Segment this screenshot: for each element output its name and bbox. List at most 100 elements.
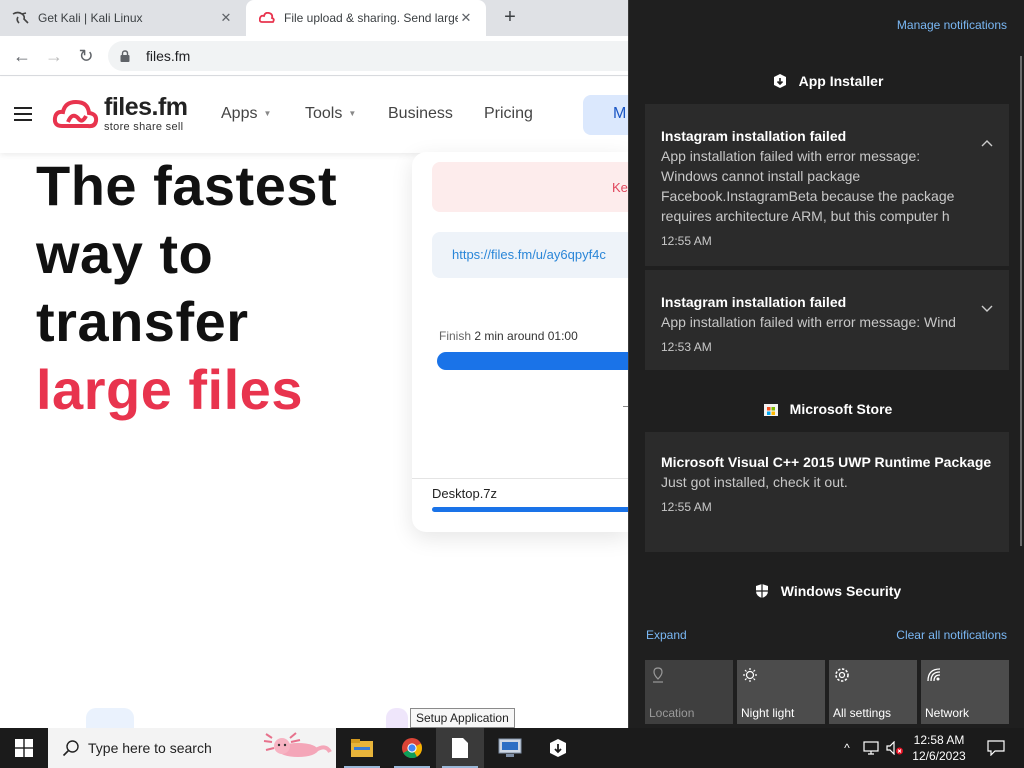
document-icon <box>452 738 468 758</box>
night-light-icon <box>741 666 759 684</box>
chevron-up-icon[interactable] <box>979 136 995 152</box>
filesfm-logo[interactable]: files.fm store share sell <box>52 95 188 133</box>
taskbar-remote-desktop[interactable] <box>486 728 534 768</box>
file-progress-bar <box>432 507 628 512</box>
lock-icon <box>120 50 134 62</box>
notification-body: App installation failed with error messa… <box>661 314 956 330</box>
hero-line: transfer <box>36 290 249 353</box>
notification-title: Microsoft Visual C++ 2015 UWP Runtime Pa… <box>661 454 992 470</box>
hero-line: The fastest <box>36 154 338 217</box>
tab-kali[interactable]: Get Kali | Kali Linux ✕ <box>0 0 246 36</box>
share-link[interactable]: https://files.fm/u/ay6qpyf4c <box>432 232 628 278</box>
file-name: Desktop.7z <box>432 486 498 501</box>
taskbar-chrome[interactable] <box>388 728 436 768</box>
tab-filesfm[interactable]: File upload & sharing. Send large ✕ <box>246 0 486 36</box>
nav-tools[interactable]: Tools ▼ <box>305 105 356 123</box>
start-button[interactable] <box>0 728 48 768</box>
taskbar: Type here to search ^ 12:58 AM 12/6/2023 <box>0 728 1024 768</box>
folder-icon <box>351 739 373 757</box>
store-icon <box>762 400 780 418</box>
quick-action-location[interactable]: Location <box>645 660 733 724</box>
expand-link[interactable]: Expand <box>646 628 687 642</box>
nav-apps[interactable]: Apps ▼ <box>221 105 271 123</box>
clear-all-notifications-link[interactable]: Clear all notifications <box>896 628 1007 642</box>
back-button[interactable]: ← <box>10 44 34 68</box>
quick-action-all-settings[interactable]: All settings <box>829 660 917 724</box>
group-microsoft-store[interactable]: Microsoft Store <box>629 400 1024 418</box>
search-placeholder: Type here to search <box>88 740 212 756</box>
new-tab-button[interactable]: + <box>498 6 522 30</box>
notification-time: 12:55 AM <box>661 234 712 248</box>
group-title: Windows Security <box>780 583 902 599</box>
nav-pricing[interactable]: Pricing <box>484 105 533 123</box>
app-installer-icon <box>771 72 789 90</box>
taskbar-search-box[interactable]: Type here to search <box>48 728 336 768</box>
scrollbar[interactable] <box>1020 56 1022 546</box>
forward-button[interactable]: → <box>42 44 66 68</box>
caret-down-icon: ▼ <box>348 109 357 119</box>
group-title: Microsoft Store <box>789 401 893 417</box>
clock-date: 12/6/2023 <box>912 749 966 763</box>
notification[interactable]: Microsoft Visual C++ 2015 UWP Runtime Pa… <box>645 432 1009 552</box>
logo-tagline: store share sell <box>104 121 184 133</box>
feature-icon <box>386 708 408 730</box>
hero-line-accent: large files <box>36 358 303 421</box>
quick-action-label: All settings <box>833 706 892 720</box>
finish-estimate: Finish 2 min around 01:00 <box>439 329 578 343</box>
notification-icon <box>987 740 1005 756</box>
network-tray-icon[interactable] <box>860 728 882 768</box>
axolotl-search-highlight-icon <box>263 732 332 757</box>
windows-logo-icon <box>15 739 33 757</box>
notification-time: 12:55 AM <box>661 500 712 514</box>
nav-business[interactable]: Business <box>388 105 453 123</box>
quick-action-night-light[interactable]: Night light <box>737 660 825 724</box>
hero-line: way to <box>36 222 214 285</box>
upload-card: Ke https://files.fm/u/ay6qpyf4c Finish 2… <box>412 152 628 532</box>
action-center-button[interactable] <box>976 728 1016 768</box>
network-icon <box>925 666 943 684</box>
manage-notifications-link[interactable]: Manage notifications <box>897 18 1007 32</box>
cta-button[interactable]: M <box>583 95 628 135</box>
quick-action-label: Network <box>925 706 970 720</box>
shield-icon <box>753 582 771 600</box>
kali-dragon-icon <box>12 9 30 27</box>
caret-down-icon: ▼ <box>263 109 272 119</box>
show-hidden-icons-button[interactable]: ^ <box>836 728 858 768</box>
site-header: files.fm store share sell Apps ▼ Tools ▼ B… <box>0 77 628 153</box>
notification-body: App installation failed with error messa… <box>661 148 955 224</box>
tooltip: Setup Application <box>410 708 515 728</box>
hamburger-menu-icon[interactable] <box>14 107 32 121</box>
reload-button[interactable]: ↻ <box>74 44 98 68</box>
tab-close-icon[interactable]: ✕ <box>458 10 474 26</box>
notification[interactable]: Instagram installation failed App instal… <box>645 270 1009 370</box>
quick-action-network[interactable]: Network <box>921 660 1009 724</box>
divider <box>412 478 628 479</box>
gear-icon <box>833 666 851 684</box>
volume-muted-icon[interactable] <box>884 728 906 768</box>
taskbar-clock[interactable]: 12:58 AM 12/6/2023 <box>906 732 972 764</box>
notification-title: Instagram installation failed <box>661 294 847 310</box>
taskbar-file-explorer[interactable] <box>338 728 386 768</box>
location-icon <box>649 666 667 684</box>
taskbar-app-installer[interactable] <box>534 728 582 768</box>
notification[interactable]: Instagram installation failed App instal… <box>645 104 1009 266</box>
quick-action-label: Night light <box>741 706 795 720</box>
url-text: files.fm <box>146 48 191 64</box>
chevron-down-icon[interactable] <box>979 300 995 316</box>
error-message: Ke <box>432 162 628 212</box>
filesfm-logo-icon <box>258 9 276 27</box>
filesfm-cloud-icon <box>52 99 99 129</box>
group-windows-security[interactable]: Windows Security <box>629 582 1024 600</box>
group-title: App Installer <box>798 73 884 89</box>
group-app-installer[interactable]: App Installer <box>629 72 1024 90</box>
search-icon <box>62 739 80 757</box>
clock-time: 12:58 AM <box>913 733 965 747</box>
taskbar-setup-application[interactable] <box>436 728 484 768</box>
monitor-icon <box>498 738 522 757</box>
tab-strip: Get Kali | Kali Linux ✕ File upload & sh… <box>0 0 628 36</box>
tab-close-icon[interactable]: ✕ <box>218 10 234 26</box>
address-bar[interactable]: files.fm <box>108 41 628 71</box>
chrome-icon <box>402 738 423 759</box>
app-installer-icon <box>550 739 566 757</box>
quick-action-label: Location <box>649 706 695 720</box>
